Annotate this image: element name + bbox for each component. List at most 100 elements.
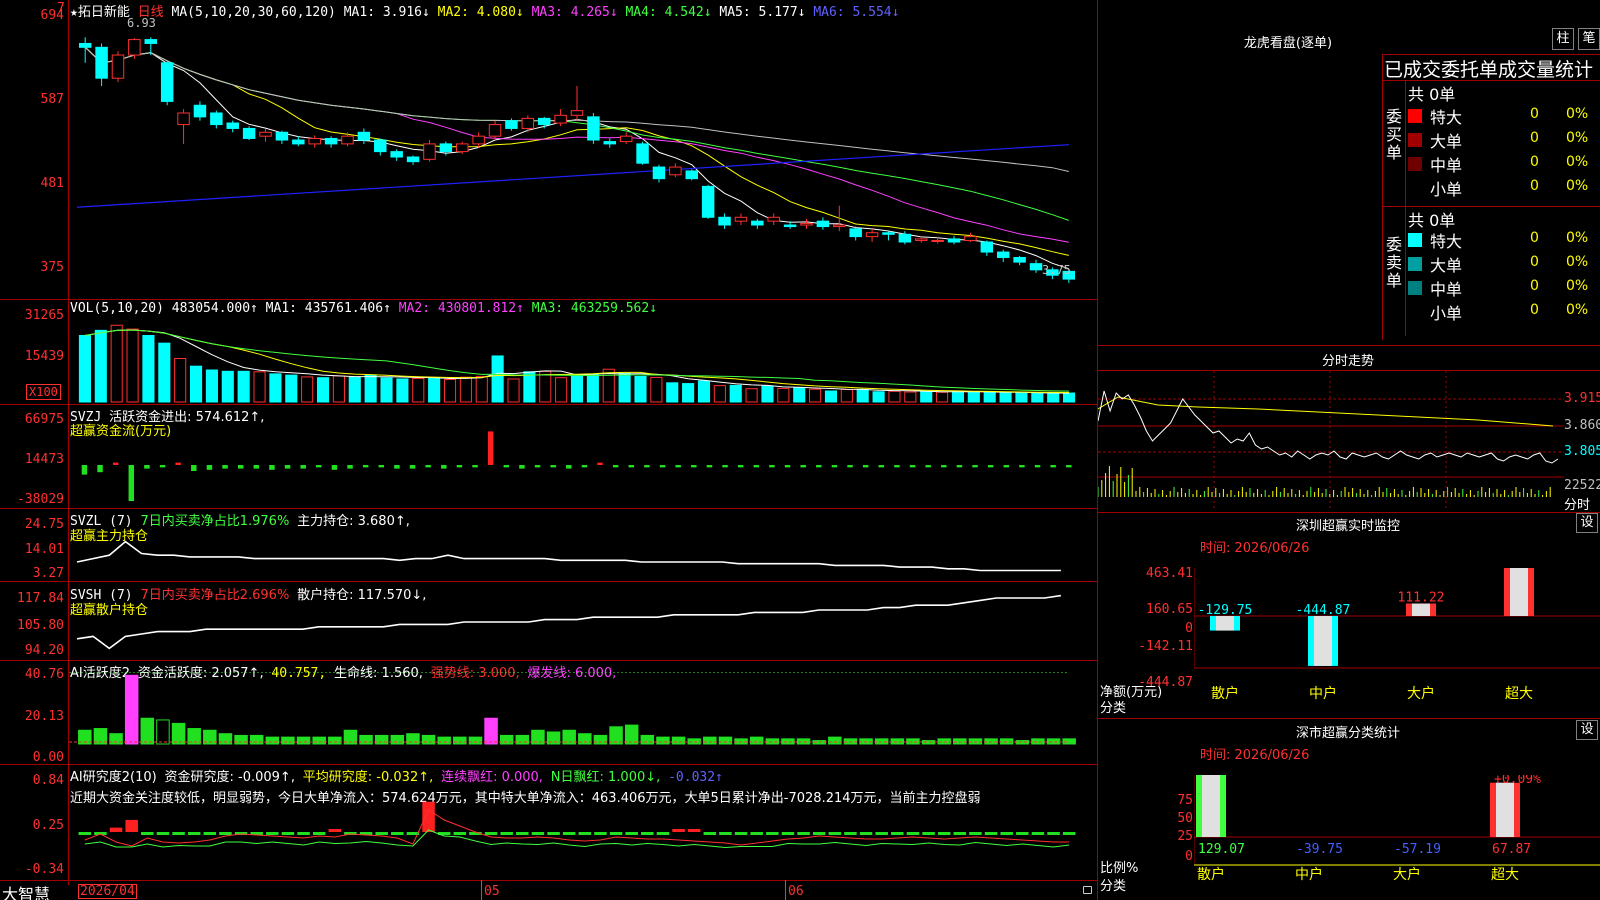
svzj-bar: [909, 465, 916, 468]
stats-chart[interactable]: 129.07 散户 -39.75 中户 -57.19 大户 67.87 超大 +0.09%: [1194, 775, 1600, 900]
sell-count: 0: [1530, 302, 1539, 318]
volume-bar: [285, 374, 298, 403]
candle-down: [980, 241, 994, 253]
buy-category: 中单: [1430, 156, 1463, 175]
svzj-bar: [316, 465, 322, 468]
candle-up: [833, 224, 846, 228]
main-chart-area[interactable]: ★拓日新能 日线 MA(5,10,20,30,60,120) MA1: 3.91…: [0, 0, 1098, 900]
svzj-bar: [644, 465, 650, 468]
ai-active-tick: 40.76: [24, 667, 64, 682]
lock-icon[interactable]: [1083, 886, 1092, 894]
svzj-bar: [1066, 465, 1072, 468]
candle-up: [800, 222, 813, 226]
ai-research-bar: [484, 832, 498, 835]
stats-top-label: +0.09%: [1494, 775, 1541, 787]
candle-down: [226, 122, 239, 129]
volume-bar: [1031, 393, 1044, 403]
svzj-chart[interactable]: [69, 420, 1097, 508]
sell-count: 0: [1530, 254, 1539, 270]
volume-bar: [78, 334, 91, 403]
svzl-chart[interactable]: [69, 535, 1097, 581]
ai-research-bar: [156, 832, 170, 835]
ai-active-bar: [1031, 738, 1045, 745]
ai-active-bar: [640, 734, 655, 745]
intraday-title: 分时走势: [1321, 354, 1374, 369]
ai-research-bar: [937, 832, 951, 835]
svzj-bar: [956, 465, 963, 468]
candle-up: [111, 54, 125, 79]
volume-bar: [237, 370, 250, 403]
svzj-bar: [253, 465, 260, 469]
intraday-chart[interactable]: [1098, 371, 1564, 511]
svzj-bar: [503, 465, 510, 468]
vol-header: VOL(5,10,20) 483054.000↑ MA1: 435761.406…: [70, 301, 657, 316]
svzj-bar: [1034, 465, 1041, 468]
svzj-bar: [753, 465, 760, 468]
svzl-text1: 7日内买卖净占比1.976%: [140, 514, 290, 529]
candle-down: [275, 131, 289, 141]
ai-research-bar: [1047, 832, 1060, 835]
svzj-tick: 66975: [24, 412, 64, 427]
svzj-bar: [487, 431, 494, 465]
candle-up: [915, 238, 928, 241]
ai-research-t2: 平均研究度: -0.032↑,: [302, 770, 434, 785]
tick-view-button[interactable]: 笔: [1578, 28, 1600, 50]
ai-active-chart[interactable]: [69, 672, 1097, 764]
stats-ylabel: 比例%: [1100, 861, 1139, 876]
volume-bar: [507, 378, 520, 403]
svzj-bar: [300, 465, 306, 469]
svsh-chart[interactable]: [69, 590, 1097, 660]
volume-bar: [904, 391, 917, 403]
ai-research-bar: [984, 832, 998, 835]
stats-value-label: 129.07: [1198, 842, 1245, 857]
vol-unit-label: X100: [26, 384, 61, 400]
svzj-bar: [722, 465, 728, 468]
intraday-vol-label: 22522: [1564, 478, 1600, 493]
ai-research-bar: [625, 832, 638, 835]
volume-bar: [951, 390, 965, 403]
candlestick-chart[interactable]: [69, 18, 1097, 299]
candle-up: [472, 135, 485, 145]
volume-bar: [412, 377, 425, 403]
monitor-tick: -142.11: [1138, 639, 1193, 654]
stats-settings-button[interactable]: 设: [1576, 720, 1598, 740]
svzj-bar: [97, 465, 103, 473]
volume-bar: [983, 392, 996, 403]
candle-down: [947, 238, 961, 243]
buy-category: 大单: [1430, 132, 1463, 151]
candle-down: [292, 139, 305, 145]
volume-bar: [1063, 392, 1076, 403]
stats-category-label: 大户: [1393, 866, 1421, 883]
monitor-category-label: 中户: [1309, 685, 1337, 702]
monitor-chart[interactable]: -129.75散户-444.87中户111.22大户463.41超大: [1194, 568, 1600, 715]
bar-view-button[interactable]: 柱: [1552, 28, 1574, 50]
candle-down: [849, 228, 862, 238]
monitor-category-label: 大户: [1407, 685, 1435, 702]
ai-research-bar: [766, 832, 779, 835]
ai-research-bar: [812, 832, 826, 835]
svzl-tick: 3.27: [32, 566, 64, 581]
svzj-bar: [425, 465, 431, 468]
svzj-bar: [206, 465, 213, 470]
volume-chart[interactable]: [69, 316, 1097, 404]
ai-research-bar: [891, 832, 904, 835]
svzj-bar: [362, 465, 369, 468]
svzj-bar: [159, 465, 166, 468]
intraday-price-high: 3.915: [1564, 391, 1600, 406]
sell-percent: 0%: [1566, 254, 1589, 270]
ai-research-chart[interactable]: [69, 800, 1097, 880]
volume-bar: [205, 369, 218, 403]
ai-research-bar: [703, 832, 717, 835]
volume-bar: [650, 376, 663, 403]
ai-active-bar: [796, 738, 811, 745]
svzj-bar: [847, 465, 853, 468]
ai-research-bar: [422, 801, 435, 832]
svzj-tick: -38029: [17, 492, 64, 507]
buy-percent: 0%: [1566, 154, 1589, 170]
ai-research-bar: [312, 832, 326, 835]
ai-active-bar: [687, 738, 701, 745]
monitor-settings-button[interactable]: 设: [1576, 513, 1598, 533]
stats-bar-highlight: [1496, 782, 1514, 837]
ai-research-tick: 0.25: [32, 818, 64, 833]
price-tick: 694: [40, 8, 64, 23]
